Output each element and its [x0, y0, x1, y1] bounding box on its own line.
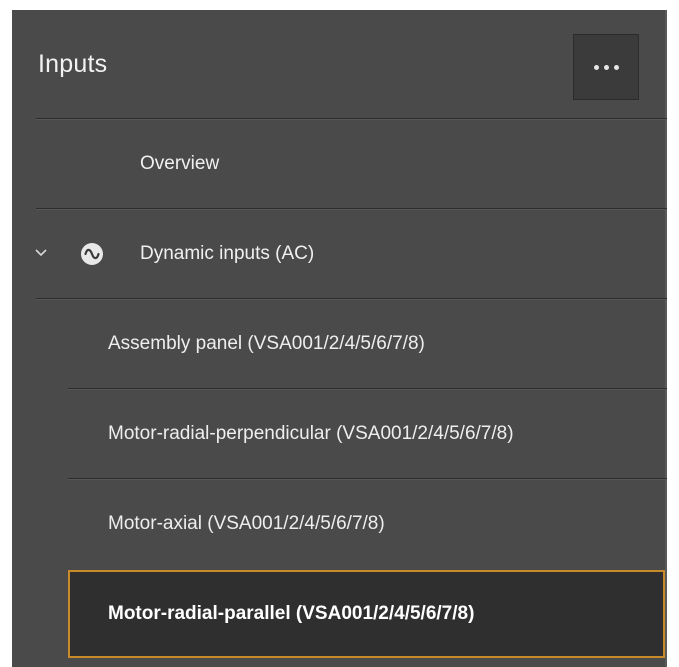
ac-sine-icon — [81, 243, 103, 265]
nav-item-label: Motor-radial-perpendicular (VSA001/2/4/5… — [108, 423, 514, 444]
more-dot-icon — [603, 64, 609, 70]
nav-item-motor-radial-perpendicular[interactable]: Motor-radial-perpendicular (VSA001/2/4/5… — [68, 390, 667, 478]
panel-title: Inputs — [38, 50, 108, 78]
header-divider — [36, 118, 667, 119]
more-dot-icon — [593, 64, 599, 70]
more-options-button[interactable] — [573, 34, 639, 100]
nav-item-label: Motor-axial (VSA001/2/4/5/6/7/8) — [108, 513, 385, 534]
nav-item-overview[interactable]: Overview — [12, 120, 667, 208]
more-dot-icon — [613, 64, 619, 70]
chevron-down-icon[interactable] — [34, 246, 48, 260]
nav-item-assembly-panel[interactable]: Assembly panel (VSA001/2/4/5/6/7/8) — [68, 300, 667, 388]
nav-item-motor-radial-parallel[interactable]: Motor-radial-parallel (VSA001/2/4/5/6/7/… — [68, 570, 665, 658]
group-divider — [36, 298, 667, 299]
nav-group-label: Dynamic inputs (AC) — [140, 243, 315, 264]
nav-item-label: Assembly panel (VSA001/2/4/5/6/7/8) — [108, 333, 425, 354]
nav-group-dynamic-inputs[interactable]: Dynamic inputs (AC) — [12, 210, 667, 298]
inputs-panel: Inputs Overview Dynamic inputs (AC) Asse… — [12, 10, 667, 667]
item-divider — [68, 478, 667, 479]
nav-item-label: Overview — [140, 153, 220, 174]
nav-item-motor-axial[interactable]: Motor-axial (VSA001/2/4/5/6/7/8) — [68, 480, 667, 568]
panel-header: Inputs — [12, 10, 667, 118]
item-divider — [68, 388, 667, 389]
overview-divider — [36, 208, 667, 209]
nav-item-label: Motor-radial-parallel (VSA001/2/4/5/6/7/… — [108, 603, 475, 624]
